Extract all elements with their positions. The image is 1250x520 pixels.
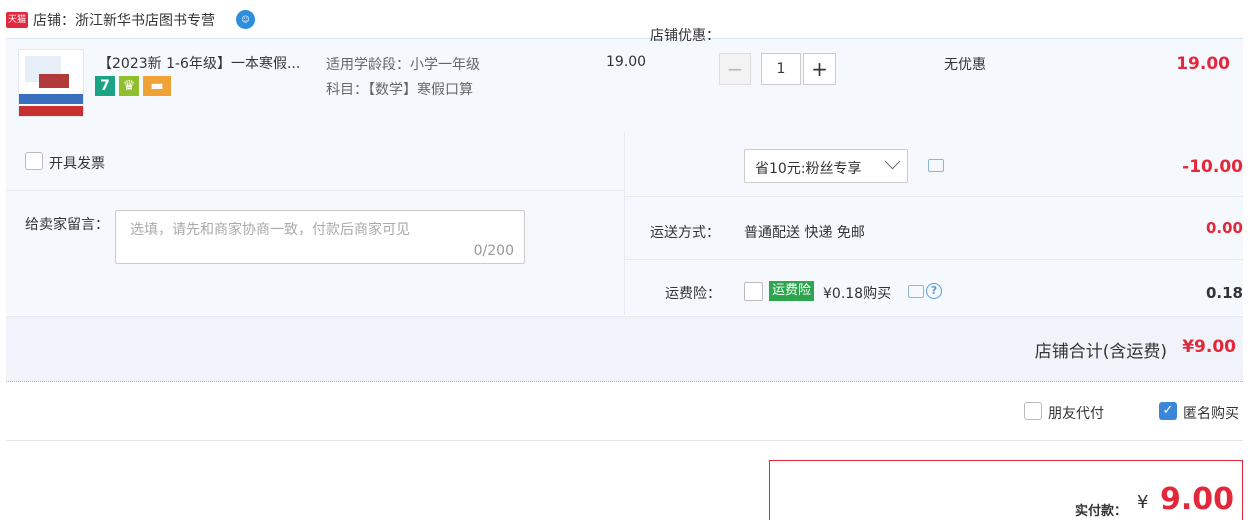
- seven-day-return-icon[interactable]: 7: [95, 76, 115, 96]
- shop-discount-selected: 省10元:粉丝专享: [755, 161, 862, 177]
- insurance-checkbox[interactable]: [744, 282, 763, 301]
- insurance-label: 运费险：: [665, 286, 721, 302]
- item-discount-text: 无优惠: [944, 57, 986, 73]
- currency-symbol: ¥: [1137, 492, 1149, 513]
- chat-bubble-icon[interactable]: [908, 285, 924, 298]
- tmall-logo-icon: 天猫: [6, 12, 28, 28]
- help-icon[interactable]: ?: [926, 283, 942, 299]
- quantity-decrease-button[interactable]: −: [719, 53, 751, 85]
- sku-grade: 适用学龄段：小学一年级: [326, 57, 480, 73]
- friend-pay-checkbox[interactable]: [1024, 402, 1042, 420]
- invoice-label: 开具发票: [49, 156, 105, 172]
- friend-pay-label: 朋友代付: [1048, 406, 1104, 422]
- shop-discount-select[interactable]: 省10元:粉丝专享: [744, 149, 908, 183]
- message-char-counter: 0/200: [473, 243, 514, 259]
- sku-subject: 科目：【数学】寒假口算: [326, 82, 473, 98]
- credit-card-icon[interactable]: ▬: [143, 76, 171, 96]
- divider: [6, 440, 1243, 441]
- quantity-input[interactable]: 1: [761, 53, 801, 85]
- unit-price: 19.00: [606, 54, 647, 70]
- quality-cup-icon[interactable]: ♛: [119, 76, 139, 96]
- payment-label: 实付款：: [1075, 504, 1128, 519]
- shop-header: 天猫 店铺：浙江新华书店图书专营 ☺: [0, 0, 1250, 38]
- message-label: 给卖家留言：: [25, 217, 109, 233]
- order-item-row: 【2023新 1-6年级】一本寒假... 7 ♛ ▬ 适用学龄段：小学一年级 科目：…: [6, 38, 1243, 133]
- wangwang-chat-icon[interactable]: ☺: [236, 10, 255, 29]
- chat-bubble-icon[interactable]: [928, 159, 944, 172]
- message-placeholder: 选填，请先和商家协商一致，付款后商家可见: [130, 222, 410, 238]
- shop-discount-label: 店铺优惠：: [650, 28, 720, 44]
- shop-name-link[interactable]: 店铺：浙江新华书店图书专营: [33, 10, 215, 30]
- product-title-link[interactable]: 【2023新 1-6年级】一本寒假...: [98, 53, 300, 73]
- chevron-down-icon: [884, 153, 901, 170]
- item-subtotal: 19.00: [1176, 54, 1230, 74]
- shipping-method: 普通配送 快递 免邮: [744, 225, 865, 241]
- product-thumbnail[interactable]: [18, 49, 84, 117]
- seller-message-textarea[interactable]: 选填，请先和商家协商一致，付款后商家可见 0/200: [115, 210, 525, 264]
- shop-total-row: 店铺合计(含运费) ¥9.00: [6, 316, 1243, 382]
- payment-amount: 9.00: [1160, 482, 1235, 517]
- shop-total-label: 店铺合计(含运费): [1034, 342, 1167, 362]
- anonymous-label: 匿名购买: [1183, 406, 1239, 422]
- insurance-price: ¥0.18购买: [823, 286, 892, 302]
- insurance-amount: 0.18: [1205, 284, 1243, 302]
- quantity-increase-button[interactable]: +: [803, 53, 836, 85]
- shop-total-amount: ¥9.00: [1182, 337, 1236, 357]
- service-badges: 7 ♛ ▬: [95, 76, 175, 96]
- order-options-panel: 开具发票 给卖家留言： 选填，请先和商家协商一致，付款后商家可见 0/200: [6, 132, 1243, 315]
- anonymous-checkbox[interactable]: ✓: [1159, 402, 1177, 420]
- shipping-amount: 0.00: [1205, 219, 1243, 237]
- insurance-badge: 运费险: [769, 281, 815, 301]
- invoice-checkbox[interactable]: [25, 152, 43, 170]
- shipping-label: 运送方式：: [650, 225, 720, 241]
- shop-discount-amount: -10.00: [1182, 157, 1243, 177]
